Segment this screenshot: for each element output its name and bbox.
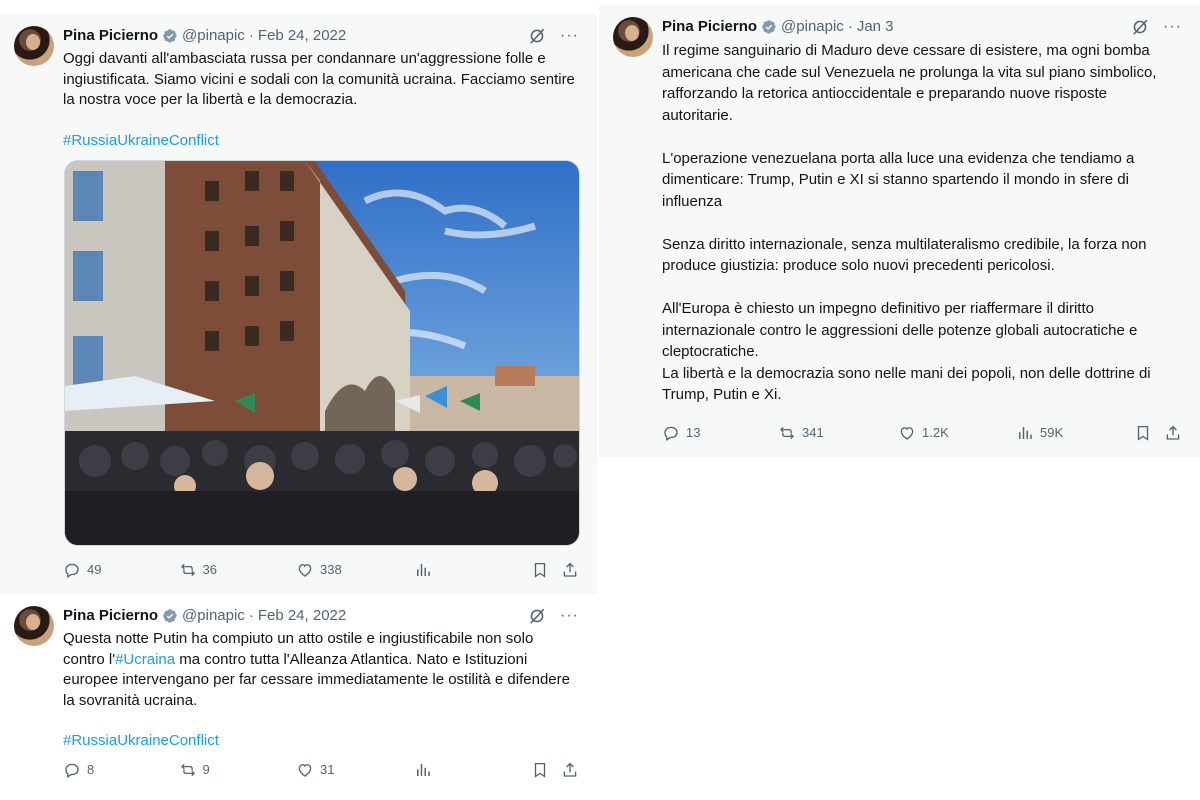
share-icon[interactable]	[561, 761, 579, 779]
author-name[interactable]: Pina Picierno	[662, 17, 757, 37]
bookmark-icon[interactable]	[531, 561, 549, 579]
tweet-text: Questa notte Putin ha compiuto un atto o…	[63, 629, 579, 711]
repost-icon	[179, 761, 197, 779]
separator: ·	[248, 607, 254, 624]
tweet-date[interactable]: Jan 3	[857, 17, 894, 37]
bookmark-icon[interactable]	[531, 761, 549, 779]
more-icon[interactable]: ···	[1163, 17, 1182, 37]
author-handle[interactable]: @pinapic	[781, 17, 844, 37]
grok-icon[interactable]	[1131, 18, 1149, 36]
reply-icon	[63, 561, 81, 579]
reply-count: 13	[686, 425, 701, 440]
reply-icon	[662, 424, 680, 442]
verified-badge-icon	[761, 19, 777, 35]
share-icon[interactable]	[561, 561, 579, 579]
separator: ·	[847, 18, 853, 35]
verified-badge-icon	[162, 608, 178, 624]
tweet-header: Pina Picierno @pinapic · Jan 3 ···	[662, 17, 1182, 37]
tweet-date[interactable]: Feb 24, 2022	[258, 606, 346, 626]
like-button[interactable]: 31	[296, 761, 414, 779]
views-button[interactable]	[414, 761, 532, 779]
tweet-text: Il regime sanguinario di Maduro deve ces…	[662, 42, 1157, 403]
more-icon[interactable]: ···	[560, 26, 579, 46]
avatar[interactable]	[14, 606, 54, 646]
avatar[interactable]	[613, 17, 653, 57]
repost-count: 36	[202, 562, 217, 577]
more-icon[interactable]: ···	[560, 606, 579, 626]
grok-icon[interactable]	[528, 27, 546, 45]
tweet-photo[interactable]	[64, 160, 580, 546]
repost-button[interactable]: 9	[179, 761, 297, 779]
tweet-body: Pina Picierno @pinapic · Jan 3 ··· Il re…	[662, 17, 1182, 406]
share-icon[interactable]	[1164, 424, 1182, 442]
views-icon	[414, 561, 432, 579]
bookmark-icon[interactable]	[1134, 424, 1152, 442]
hashtag-link[interactable]: #RussiaUkraineConflict	[63, 732, 219, 749]
repost-button[interactable]: 341	[778, 424, 898, 442]
action-bar: 8 9 31	[63, 760, 579, 780]
like-icon	[296, 761, 314, 779]
tweet-card[interactable]: Pina Picierno @pinapic · Feb 24, 2022 ··…	[0, 594, 597, 790]
reply-count: 8	[87, 762, 95, 777]
reply-count: 49	[87, 562, 102, 577]
hashtag-link[interactable]: #Ucraina	[115, 651, 175, 668]
hashtag-link[interactable]: #RussiaUkraineConflict	[63, 132, 219, 149]
like-count: 338	[320, 562, 342, 577]
like-count: 1.2K	[922, 425, 949, 440]
tweet-header: Pina Picierno @pinapic · Feb 24, 2022 ··…	[63, 606, 579, 626]
repost-icon	[179, 561, 197, 579]
repost-button[interactable]: 36	[179, 561, 297, 579]
reply-button[interactable]: 49	[63, 561, 179, 579]
reply-button[interactable]: 8	[63, 761, 179, 779]
views-icon	[414, 761, 432, 779]
action-bar: 49 36 338	[63, 560, 579, 580]
tweet-body: Pina Picierno @pinapic · Feb 24, 2022 ··…	[63, 606, 579, 751]
tweet-body: Pina Picierno @pinapic · Feb 24, 2022 ··…	[63, 26, 579, 151]
tweet-card[interactable]: Pina Picierno @pinapic · Feb 24, 2022 ··…	[0, 14, 597, 594]
like-icon	[898, 424, 916, 442]
views-count: 59K	[1040, 425, 1064, 440]
views-button[interactable]	[414, 561, 532, 579]
like-button[interactable]: 338	[296, 561, 414, 579]
repost-count: 341	[802, 425, 824, 440]
views-button[interactable]: 59K	[1016, 424, 1134, 442]
like-button[interactable]: 1.2K	[898, 424, 1016, 442]
tweet-date[interactable]: Feb 24, 2022	[258, 26, 346, 46]
like-icon	[296, 561, 314, 579]
reply-button[interactable]: 13	[662, 424, 778, 442]
repost-count: 9	[202, 762, 210, 777]
tweet-card[interactable]: Pina Picierno @pinapic · Jan 3 ··· Il re…	[599, 5, 1200, 457]
tweet-text: Oggi davanti all'ambasciata russa per co…	[63, 50, 580, 108]
author-name[interactable]: Pina Picierno	[63, 26, 158, 46]
verified-badge-icon	[162, 28, 178, 44]
views-icon	[1016, 424, 1034, 442]
author-name[interactable]: Pina Picierno	[63, 606, 158, 626]
action-bar: 13 341 1.2K 59K	[662, 423, 1182, 443]
avatar[interactable]	[14, 26, 54, 66]
grok-icon[interactable]	[528, 607, 546, 625]
repost-icon	[778, 424, 796, 442]
author-handle[interactable]: @pinapic	[182, 26, 245, 46]
tweet-header: Pina Picierno @pinapic · Feb 24, 2022 ··…	[63, 26, 579, 46]
like-count: 31	[320, 762, 335, 777]
separator: ·	[248, 27, 254, 44]
reply-icon	[63, 761, 81, 779]
author-handle[interactable]: @pinapic	[182, 606, 245, 626]
